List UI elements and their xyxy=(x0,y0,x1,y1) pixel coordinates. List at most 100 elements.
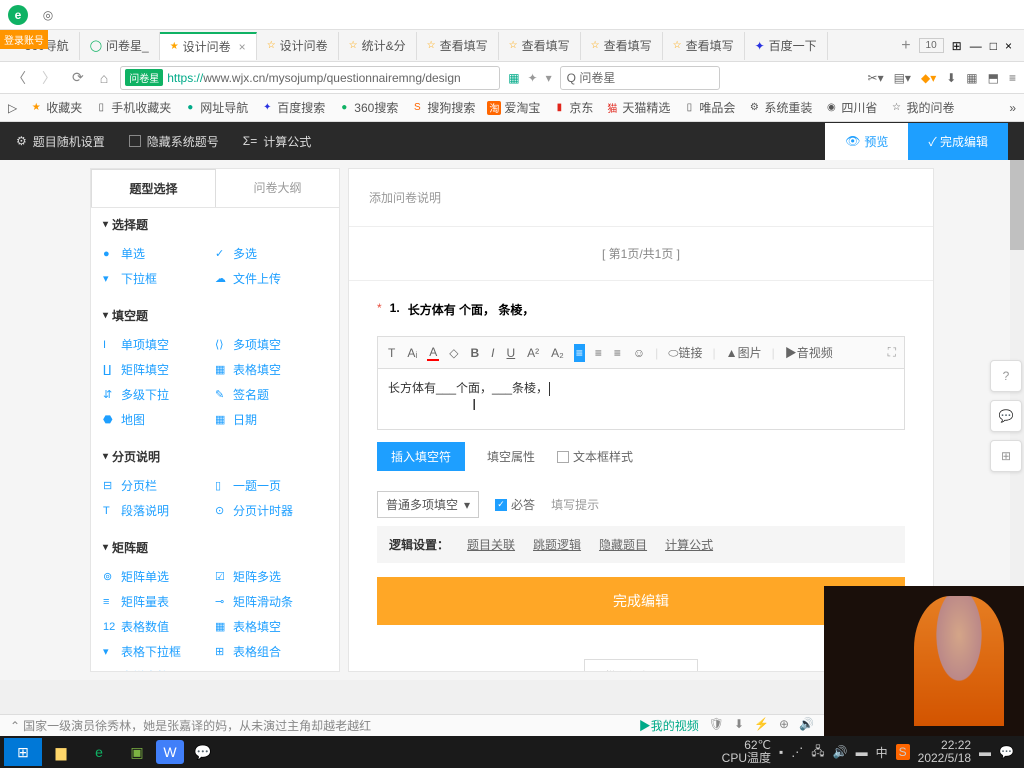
app-icon-1[interactable]: ▣ xyxy=(118,738,156,766)
item-single[interactable]: ●单选 xyxy=(103,241,215,266)
close-icon[interactable]: × xyxy=(239,40,246,54)
item-matrix-single[interactable]: ⊚矩阵单选 xyxy=(103,564,215,589)
download-icon[interactable]: ⬇ xyxy=(946,71,956,85)
preview-button[interactable]: 👁预览 xyxy=(825,123,908,160)
item-multi[interactable]: ✓多选 xyxy=(215,241,327,266)
action-center-icon[interactable]: 💬 xyxy=(999,745,1014,759)
underline-icon[interactable]: U xyxy=(505,346,518,360)
wps-icon[interactable]: W xyxy=(156,740,184,764)
minimize-icon[interactable]: — xyxy=(970,39,982,53)
tab-design[interactable]: ☆设计问卷 xyxy=(257,32,339,60)
news-expand-icon[interactable]: ⌃ xyxy=(10,719,20,733)
superscript-icon[interactable]: A² xyxy=(525,346,541,360)
cpu-temp[interactable]: 62℃CPU温度 xyxy=(722,739,771,765)
bold-icon[interactable]: B xyxy=(468,346,481,360)
item-matrix-multi[interactable]: ☑矩阵多选 xyxy=(215,564,327,589)
back-icon[interactable]: 〈 xyxy=(8,68,30,88)
bookmark-sogou[interactable]: S搜狗搜索 xyxy=(410,99,475,116)
item-date[interactable]: ▦日期 xyxy=(215,407,327,432)
tray-ime-icon[interactable]: 中 xyxy=(876,744,888,761)
item-auto-table[interactable]: +自增表格 xyxy=(103,664,215,672)
logic-jump[interactable]: 跳题逻辑 xyxy=(533,536,581,553)
settings-icon[interactable]: ⊞ xyxy=(990,440,1022,472)
item-one-per-page[interactable]: ▯一题一页 xyxy=(215,473,327,498)
login-badge[interactable]: 登录账号 xyxy=(0,30,48,49)
scrollbar-thumb[interactable] xyxy=(1010,160,1024,250)
tray-battery-icon[interactable]: ▬ xyxy=(856,745,868,759)
bookmark-jd[interactable]: ▮京东 xyxy=(552,99,593,116)
survey-description[interactable]: 添加问卷说明 xyxy=(349,169,933,227)
explorer-icon[interactable]: ▆ xyxy=(42,738,80,766)
tabs-menu-icon[interactable]: ⊞ xyxy=(952,39,962,53)
item-table-combo[interactable]: ⊞表格组合 xyxy=(215,639,327,664)
pin-icon[interactable]: ⬒ xyxy=(988,71,999,85)
cat-choice[interactable]: 选择题 xyxy=(91,208,339,241)
bookmark-fav[interactable]: ★收藏夹 xyxy=(29,99,82,116)
align-center-icon[interactable]: ≡ xyxy=(593,346,604,360)
item-signature[interactable]: ✎签名题 xyxy=(215,382,327,407)
clear-format-icon[interactable]: ◇ xyxy=(447,346,460,360)
refresh-icon[interactable]: ⟳ xyxy=(68,69,88,86)
item-multi-blank[interactable]: ⟨⟩多项填空 xyxy=(215,332,327,357)
item-matrix-blank[interactable]: ∐矩阵填空 xyxy=(103,357,215,382)
news-ticker[interactable]: 国家一级演员徐秀林，她是张嘉译的妈，从未演过主角却越老越红 xyxy=(23,717,371,734)
cat-blank[interactable]: 填空题 xyxy=(91,299,339,332)
batch-add-button[interactable]: 批量添加题目 xyxy=(584,659,698,672)
tray-network-icon[interactable]: 🖧 xyxy=(811,742,824,763)
tab-view1[interactable]: ☆查看填写 xyxy=(417,32,499,60)
logic-calc[interactable]: 计算公式 xyxy=(665,536,713,553)
item-table-num[interactable]: 12表格数值 xyxy=(103,614,215,639)
hint-link[interactable]: 填写提示 xyxy=(551,496,599,513)
editor-textarea[interactable]: 长方体有___个面，___条棱， I xyxy=(378,369,904,429)
expand-icon[interactable]: ⛶ xyxy=(888,345,896,360)
tray-wifi-icon[interactable]: ⋰ xyxy=(791,745,803,759)
subscript-icon[interactable]: A₂ xyxy=(549,346,566,360)
bookmark-mobile[interactable]: ▯手机收藏夹 xyxy=(94,99,171,116)
maximize-icon[interactable]: □ xyxy=(990,39,997,53)
speed-icon[interactable]: ⚡ xyxy=(754,717,769,734)
video-link[interactable]: ▶我的视频 xyxy=(639,717,699,734)
bookmark-sys[interactable]: ⚙系统重装 xyxy=(747,99,812,116)
search-input[interactable]: Q 问卷星 xyxy=(560,66,720,90)
browser-taskbar-icon[interactable]: e xyxy=(80,738,118,766)
logic-hide[interactable]: 隐藏题目 xyxy=(599,536,647,553)
bookmark-nav[interactable]: ●网址导航 xyxy=(183,99,248,116)
item-pagebreak[interactable]: ⊟分页栏 xyxy=(103,473,215,498)
bookmark-tmall[interactable]: 猫天猫精选 xyxy=(605,99,670,116)
tab-view3[interactable]: ☆查看填写 xyxy=(581,32,663,60)
blank-attr-button[interactable]: 填空属性 xyxy=(477,442,545,471)
item-dropdown[interactable]: ▾下拉框 xyxy=(103,266,215,291)
dropdown-icon[interactable]: ▾ xyxy=(546,71,552,85)
game-icon[interactable]: ◆▾ xyxy=(921,71,936,85)
tray-sound-icon[interactable]: 🔊 xyxy=(833,745,848,759)
logic-relation[interactable]: 题目关联 xyxy=(467,536,515,553)
bookmark-360[interactable]: ●360搜索 xyxy=(337,99,398,116)
font-color-icon[interactable]: A xyxy=(427,345,439,361)
italic-icon[interactable]: I xyxy=(489,346,496,360)
item-map[interactable]: ⬣地图 xyxy=(103,407,215,432)
bookmark-baidu[interactable]: ✦百度搜索 xyxy=(260,99,325,116)
wechat-icon[interactable]: 💬 xyxy=(184,738,222,766)
tab-stats[interactable]: ☆统计&分 xyxy=(339,32,417,60)
tab-baidu[interactable]: ✦百度一下 xyxy=(745,32,828,60)
link-button[interactable]: ⬭链接 xyxy=(666,344,704,361)
item-matrix-slider[interactable]: ⊸矩阵滑动条 xyxy=(215,589,327,614)
menu-icon[interactable]: ≡ xyxy=(1009,71,1016,85)
bookmark-more-icon[interactable]: » xyxy=(1009,101,1016,115)
start-button[interactable]: ⊞ xyxy=(4,738,42,766)
compass-icon[interactable]: ◎ xyxy=(36,3,60,27)
item-single-blank[interactable]: I单项填空 xyxy=(103,332,215,357)
tab-view2[interactable]: ☆查看填写 xyxy=(499,32,581,60)
item-table-blank[interactable]: ▦表格填空 xyxy=(215,357,327,382)
extension-icon[interactable]: ✦ xyxy=(528,71,538,85)
translate-icon[interactable]: ▤▾ xyxy=(894,71,911,85)
sound-icon[interactable]: 🔊 xyxy=(799,717,814,734)
random-settings[interactable]: ⚙题目随机设置 xyxy=(16,133,105,150)
bookmark-vip[interactable]: ▯唯品会 xyxy=(682,99,735,116)
calc-formula[interactable]: Σ=计算公式 xyxy=(243,133,311,150)
blank-type-select[interactable]: 普通多项填空▾ xyxy=(377,491,479,518)
align-right-icon[interactable]: ≡ xyxy=(612,346,623,360)
taskbar-clock[interactable]: 22:222022/5/18 xyxy=(918,739,971,765)
help-icon[interactable]: ? xyxy=(990,360,1022,392)
required-checkbox[interactable]: ✓必答 xyxy=(495,496,535,513)
